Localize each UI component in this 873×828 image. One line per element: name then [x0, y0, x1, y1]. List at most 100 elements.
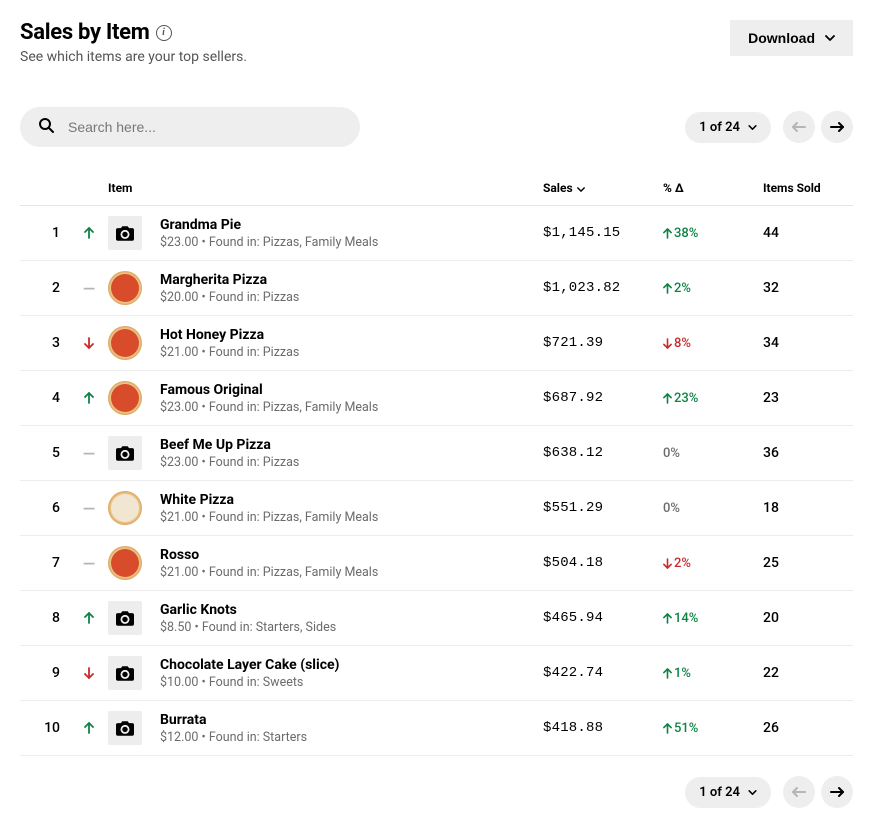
download-label: Download — [748, 30, 815, 46]
item-thumbnail — [108, 491, 142, 525]
rank: 5 — [20, 445, 70, 461]
item-thumbnail-placeholder — [108, 711, 142, 745]
rank: 9 — [20, 665, 70, 681]
page-indicator-bottom[interactable]: 1 of 24 — [685, 777, 771, 808]
trend-down-icon — [70, 667, 108, 679]
item-name: Chocolate Layer Cake (slice) — [160, 657, 543, 673]
rank: 2 — [20, 280, 70, 296]
delta-percent: 0% — [663, 446, 763, 461]
item-name: White Pizza — [160, 492, 543, 508]
item-meta: $23.00 • Found in: Pizzas — [160, 455, 543, 470]
chevron-down-icon — [748, 125, 757, 130]
column-sales-label: Sales — [543, 181, 573, 195]
table-row[interactable]: 2—Margherita Pizza$20.00 • Found in: Piz… — [20, 261, 853, 316]
item-name: Hot Honey Pizza — [160, 327, 543, 343]
rank: 1 — [20, 225, 70, 241]
next-page-button[interactable] — [821, 111, 853, 143]
sales-amount: $721.39 — [543, 335, 663, 351]
delta-percent: 38% — [663, 226, 763, 241]
sales-amount: $687.92 — [543, 390, 663, 406]
prev-page-button[interactable] — [783, 111, 815, 143]
item-name: Burrata — [160, 712, 543, 728]
delta-percent: 1% — [663, 666, 763, 681]
rank: 4 — [20, 390, 70, 406]
item-thumbnail — [108, 326, 142, 360]
item-meta: $23.00 • Found in: Pizzas, Family Meals — [160, 235, 543, 250]
delta-percent: 23% — [663, 391, 763, 406]
items-sold: 18 — [763, 500, 853, 516]
prev-page-button[interactable] — [783, 776, 815, 808]
rank: 10 — [20, 720, 70, 736]
page-indicator-top[interactable]: 1 of 24 — [685, 112, 771, 143]
delta-percent: 8% — [663, 336, 763, 351]
sales-amount: $465.94 — [543, 610, 663, 626]
chevron-down-icon — [577, 181, 585, 195]
info-icon[interactable]: i — [156, 25, 172, 41]
table-row[interactable]: 9 Chocolate Layer Cake (slice) $10.00 • Fo… — [20, 646, 853, 701]
sales-amount: $504.18 — [543, 555, 663, 571]
items-sold: 36 — [763, 445, 853, 461]
search-input[interactable] — [68, 119, 342, 135]
items-sold: 25 — [763, 555, 853, 571]
trend-flat-icon: — — [70, 554, 108, 573]
table-row[interactable]: 5—Beef Me Up Pizza$23.00 • Found in: Piz… — [20, 426, 853, 481]
sales-amount: $551.29 — [543, 500, 663, 516]
delta-percent: 2% — [663, 556, 763, 571]
trend-flat-icon: — — [70, 499, 108, 518]
next-page-button[interactable] — [821, 776, 853, 808]
item-thumbnail-placeholder — [108, 216, 142, 250]
trend-up-icon — [70, 392, 108, 404]
rank: 3 — [20, 335, 70, 351]
table-row[interactable]: 4 Famous Original $23.00 • Found in: Pizza… — [20, 371, 853, 426]
column-items-sold[interactable]: Items Sold — [763, 181, 853, 195]
sales-amount: $422.74 — [543, 665, 663, 681]
table-row[interactable]: 3Hot Honey Pizza$21.00 • Found in: Pizza… — [20, 316, 853, 371]
item-name: Rosso — [160, 547, 543, 563]
rank: 8 — [20, 610, 70, 626]
item-thumbnail-placeholder — [108, 656, 142, 690]
items-sold: 26 — [763, 720, 853, 736]
trend-up-icon — [70, 612, 108, 624]
column-item[interactable]: Item — [108, 181, 543, 195]
table-row[interactable]: 1 Grandma Pie $23.00 • Found in: Pizzas, F… — [20, 206, 853, 261]
items-sold: 32 — [763, 280, 853, 296]
table-row[interactable]: 10 Burrata $12.00 • Found in: Starters$418… — [20, 701, 853, 756]
item-name: Grandma Pie — [160, 217, 543, 233]
items-sold: 20 — [763, 610, 853, 626]
page-label: 1 of 24 — [699, 785, 740, 800]
item-meta: $12.00 • Found in: Starters — [160, 730, 543, 745]
search-box[interactable] — [20, 107, 360, 147]
chevron-down-icon — [748, 790, 757, 795]
item-meta: $10.00 • Found in: Sweets — [160, 675, 543, 690]
trend-down-icon — [70, 337, 108, 349]
table-row[interactable]: 8 Garlic Knots $8.50 • Found in: Starters,… — [20, 591, 853, 646]
item-thumbnail — [108, 381, 142, 415]
page-subtitle: See which items are your top sellers. — [20, 49, 247, 65]
delta-percent: 0% — [663, 501, 763, 516]
table-row[interactable]: 7—Rosso$21.00 • Found in: Pizzas, Family… — [20, 536, 853, 591]
delta-percent: 2% — [663, 281, 763, 296]
download-button[interactable]: Download — [730, 20, 853, 56]
sales-amount: $638.12 — [543, 445, 663, 461]
item-meta: $8.50 • Found in: Starters, Sides — [160, 620, 543, 635]
items-sold: 44 — [763, 225, 853, 241]
items-sold: 23 — [763, 390, 853, 406]
items-sold: 34 — [763, 335, 853, 351]
column-sales[interactable]: Sales — [543, 181, 663, 195]
page-title: Sales by Item — [20, 20, 150, 45]
rank: 7 — [20, 555, 70, 571]
trend-flat-icon: — — [70, 444, 108, 463]
delta-percent: 51% — [663, 721, 763, 736]
sales-amount: $418.88 — [543, 720, 663, 736]
item-meta: $21.00 • Found in: Pizzas, Family Meals — [160, 510, 543, 525]
item-thumbnail — [108, 271, 142, 305]
page-label: 1 of 24 — [699, 120, 740, 135]
table-row[interactable]: 6—White Pizza$21.00 • Found in: Pizzas, … — [20, 481, 853, 536]
sales-amount: $1,023.82 — [543, 280, 663, 296]
column-delta[interactable]: % Δ — [663, 181, 763, 195]
item-name: Garlic Knots — [160, 602, 543, 618]
item-name: Famous Original — [160, 382, 543, 398]
item-thumbnail — [108, 546, 142, 580]
trend-flat-icon: — — [70, 279, 108, 298]
item-meta: $23.00 • Found in: Pizzas, Family Meals — [160, 400, 543, 415]
